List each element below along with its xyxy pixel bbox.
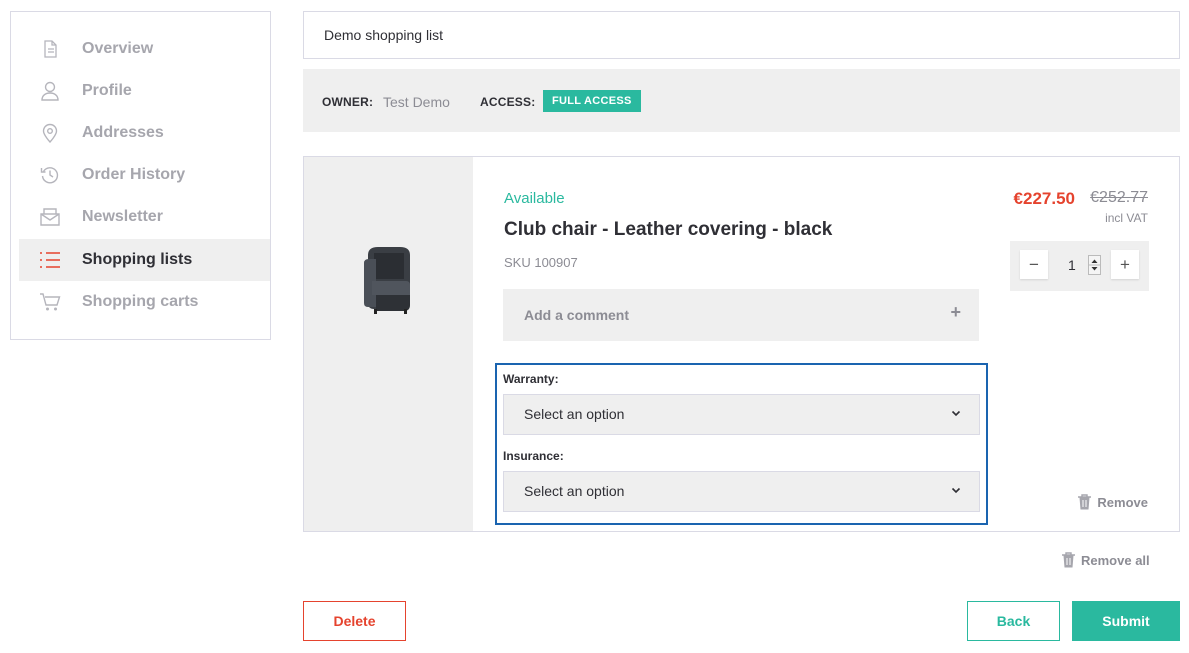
decrease-quantity-button[interactable]: − <box>1020 250 1048 279</box>
insurance-label: Insurance: <box>503 449 564 463</box>
list-title-value: Demo shopping list <box>324 27 444 43</box>
availability-status: Available <box>504 190 565 207</box>
product-options: Warranty: Select an option Insurance: Se… <box>495 363 988 525</box>
plus-icon: + <box>950 302 961 322</box>
submit-button[interactable]: Submit <box>1072 601 1180 641</box>
access-badge: FULL ACCESS <box>543 90 641 112</box>
list-title-input[interactable]: Demo shopping list <box>303 11 1180 59</box>
sidebar-item-shopping-carts[interactable]: Shopping carts <box>19 281 270 323</box>
owner-value: Test Demo <box>383 94 450 110</box>
chevron-down-icon <box>951 410 961 417</box>
cart-icon <box>39 291 61 313</box>
owner-label: OWNER: <box>322 95 374 109</box>
sidebar-item-profile[interactable]: Profile <box>19 70 270 112</box>
remove-item-button[interactable]: Remove <box>1077 494 1148 510</box>
shopping-list-item: Available Club chair - Leather covering … <box>303 156 1180 532</box>
sidebar-item-order-history[interactable]: Order History <box>19 154 270 196</box>
sidebar-item-overview[interactable]: Overview <box>19 28 270 70</box>
back-button[interactable]: Back <box>967 601 1060 641</box>
delete-button[interactable]: Delete <box>303 601 406 641</box>
remove-item-label: Remove <box>1097 494 1148 510</box>
sidebar-item-newsletter[interactable]: Newsletter <box>19 196 270 238</box>
product-name[interactable]: Club chair - Leather covering - black <box>504 219 832 241</box>
list-icon <box>39 249 61 271</box>
user-icon <box>39 80 61 102</box>
product-image[interactable] <box>360 245 416 315</box>
map-pin-icon <box>39 122 61 144</box>
remove-all-label: Remove all <box>1081 552 1150 568</box>
product-sku: SKU 100907 <box>504 255 578 270</box>
account-sidebar: Overview Profile Addresses Order History… <box>10 11 271 340</box>
insurance-select[interactable]: Select an option <box>503 471 980 512</box>
sidebar-item-label: Profile <box>82 82 132 99</box>
current-price: €227.50 <box>1013 189 1075 208</box>
sidebar-item-label: Addresses <box>82 124 164 141</box>
trash-icon <box>1062 552 1075 568</box>
quantity-stepper: − 1 + <box>1010 241 1149 291</box>
sidebar-item-label: Order History <box>82 166 186 183</box>
sidebar-item-label: Newsletter <box>82 208 163 225</box>
warranty-label: Warranty: <box>503 372 559 386</box>
history-icon <box>39 164 61 186</box>
remove-all-button[interactable]: Remove all <box>1061 552 1150 568</box>
sidebar-item-label: Shopping carts <box>82 293 199 310</box>
list-meta-bar: OWNER: Test Demo ACCESS: FULL ACCESS <box>303 69 1180 132</box>
chevron-down-icon <box>951 487 961 494</box>
sidebar-item-label: Overview <box>82 40 154 57</box>
warranty-select[interactable]: Select an option <box>503 394 980 435</box>
envelope-icon <box>39 206 61 228</box>
add-comment-label: Add a comment <box>524 307 630 323</box>
increase-quantity-button[interactable]: + <box>1111 250 1139 279</box>
document-icon <box>39 38 61 60</box>
vat-note: incl VAT <box>1105 211 1148 225</box>
trash-icon <box>1078 494 1092 510</box>
quantity-input[interactable]: 1 <box>1068 257 1076 273</box>
quantity-spinner[interactable] <box>1088 255 1101 275</box>
sidebar-item-label: Shopping lists <box>82 251 193 268</box>
warranty-select-value: Select an option <box>524 406 625 422</box>
add-comment-toggle[interactable]: Add a comment + <box>503 289 979 341</box>
product-image-pane[interactable] <box>304 157 473 531</box>
access-label: ACCESS: <box>480 95 536 109</box>
sidebar-item-addresses[interactable]: Addresses <box>19 112 270 154</box>
insurance-select-value: Select an option <box>524 483 625 499</box>
sidebar-item-shopping-lists[interactable]: Shopping lists <box>19 239 270 281</box>
original-price: €252.77 <box>1090 189 1148 206</box>
